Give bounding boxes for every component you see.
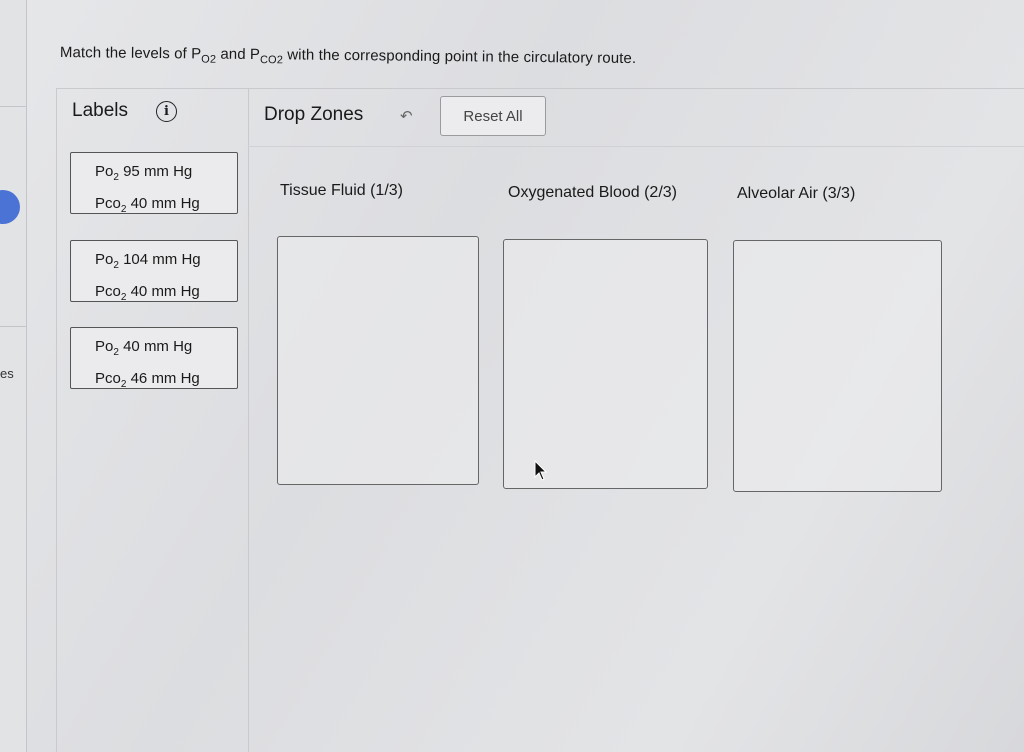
question-prompt: Match the levels of PO2 and PCO2 with th… [60, 44, 636, 70]
label-card-3[interactable]: Po2 40 mm Hg Pco2 46 mm Hg [70, 327, 238, 390]
question-sub-pco2: CO2 [259, 54, 284, 67]
card-pco2-symbol: Pco [95, 370, 121, 387]
card-po2-symbol: Po [95, 163, 114, 180]
question-middle: and P [216, 45, 261, 64]
back-arrow-icon[interactable]: ↶ [400, 107, 413, 125]
panel-divider [248, 88, 249, 752]
question-suffix: with the corresponding point in the circ… [282, 46, 637, 68]
card-po2-value: 95 mm Hg [118, 163, 193, 180]
question-prefix: Match the levels of P [59, 44, 202, 63]
zone-title-alveolar-air: Alveolar Air (3/3) [737, 185, 856, 202]
card-pco2-line: Pco2 46 mm Hg [95, 366, 237, 398]
card-pco2-symbol: Pco [95, 195, 121, 212]
rail-badge-icon[interactable] [0, 190, 20, 224]
label-card-1[interactable]: Po2 95 mm Hg Pco2 40 mm Hg [70, 152, 238, 215]
label-card-2[interactable]: Po2 104 mm Hg Pco2 40 mm Hg [70, 240, 238, 303]
card-po2-line: Po2 95 mm Hg [95, 159, 237, 191]
panel-top-border [56, 88, 1024, 89]
drop-zones-header-divider [248, 146, 1024, 147]
reset-all-button[interactable]: Reset All [440, 96, 546, 136]
panel-left-border [56, 88, 57, 752]
card-pco2-line: Pco2 40 mm Hg [95, 279, 237, 311]
labels-heading: Labels [72, 100, 128, 121]
rail-divider [0, 326, 26, 327]
card-pco2-value: 40 mm Hg [126, 283, 200, 300]
card-pco2-symbol: Pco [95, 283, 121, 300]
card-pco2-line: Pco2 40 mm Hg [95, 191, 237, 223]
drop-zone-alveolar-air[interactable] [733, 240, 942, 492]
question-sub-po2: O2 [201, 53, 217, 66]
rail-partial-text: es [0, 366, 14, 381]
card-po2-line: Po2 104 mm Hg [95, 247, 237, 279]
drop-zone-tissue-fluid[interactable] [277, 236, 479, 485]
drop-zone-oxygenated-blood[interactable] [503, 239, 708, 489]
mouse-cursor-icon [534, 460, 548, 481]
zone-title-oxygenated-blood: Oxygenated Blood (2/3) [508, 184, 677, 201]
card-po2-line: Po2 40 mm Hg [95, 334, 237, 366]
card-po2-value: 104 mm Hg [118, 251, 201, 268]
card-pco2-value: 46 mm Hg [126, 370, 200, 387]
card-pco2-value: 40 mm Hg [126, 195, 200, 212]
rail-divider [0, 106, 26, 107]
card-po2-symbol: Po [95, 251, 114, 268]
card-po2-value: 40 mm Hg [118, 338, 193, 355]
left-sidebar-rail: es [0, 0, 27, 752]
zone-title-tissue-fluid: Tissue Fluid (1/3) [280, 182, 403, 199]
drop-zones-heading: Drop Zones [264, 104, 364, 125]
card-po2-symbol: Po [95, 338, 114, 355]
info-icon[interactable]: i [156, 101, 177, 122]
